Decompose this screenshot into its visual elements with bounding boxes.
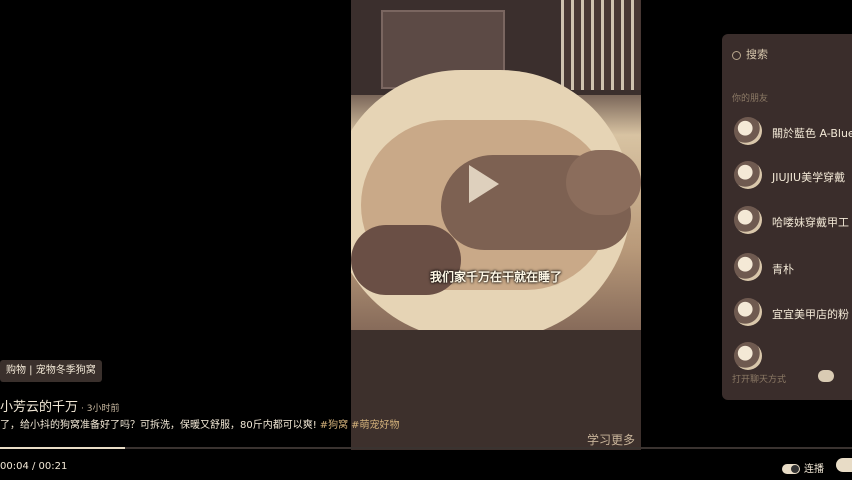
play-icon[interactable] xyxy=(469,165,499,203)
list-item[interactable]: JIUJIU美学穿戴 xyxy=(734,161,852,191)
video-subtitle: 我们家千万在干就在睡了 xyxy=(429,270,562,284)
avatar xyxy=(734,342,762,370)
friends-panel: 搜索 你的朋友 關於藍色 A-Blue JIUJIU美学穿戴 哈喽妹穿戴甲工 青… xyxy=(722,34,852,400)
list-item-name: 哈喽妹穿戴甲工 xyxy=(772,216,849,229)
list-item-name: 青朴 xyxy=(772,263,794,276)
list-item[interactable]: 宜宜美甲店的粉 xyxy=(734,298,852,328)
avatar xyxy=(734,253,762,281)
author-name[interactable]: 小芳云的千万 xyxy=(0,400,78,415)
author-line: 小芳云的千万 · 3小时前 xyxy=(0,396,119,415)
list-item[interactable] xyxy=(734,342,852,372)
video-watermark: 学习更多 xyxy=(586,433,635,447)
avatar xyxy=(734,161,762,189)
progress-track[interactable] xyxy=(0,447,852,449)
continuous-play-toggle[interactable]: 连播 xyxy=(782,460,824,475)
section-title: 你的朋友 xyxy=(732,94,769,104)
video-player[interactable]: 我们家千万在干就在睡了 学习更多 xyxy=(351,0,641,450)
avatar xyxy=(734,117,762,145)
post-time: · 3小时前 xyxy=(81,404,120,414)
hashtag-link[interactable]: #萌宠好物 xyxy=(351,420,399,431)
category-tags[interactable]: 购物 | 宠物冬季狗窝 xyxy=(0,360,102,382)
timecode: 00:04 / 00:21 xyxy=(0,461,68,472)
avatar xyxy=(734,298,762,326)
avatar xyxy=(734,206,762,234)
next-button[interactable] xyxy=(836,458,852,472)
list-item-name: JIUJIU美学穿戴 xyxy=(772,171,846,184)
search-box[interactable]: 搜索 xyxy=(730,46,850,66)
continuous-play-label: 连播 xyxy=(804,464,824,475)
search-label: 搜索 xyxy=(746,48,768,61)
list-item-name: 宜宜美甲店的粉 xyxy=(772,308,849,321)
video-scene-dog-head xyxy=(566,150,641,215)
panel-footer: 打开聊天方式 xyxy=(732,375,787,385)
toggle-switch-icon[interactable] xyxy=(782,464,800,474)
list-item-name: 關於藍色 A-Blue xyxy=(772,127,852,140)
progress-fill xyxy=(0,447,125,449)
description-text: 了，给小抖的狗窝准备好了吗？可拆洗，保暖又舒服，80斤内都可以爽! xyxy=(0,420,317,431)
list-item[interactable]: 關於藍色 A-Blue xyxy=(734,117,852,147)
list-item[interactable]: 青朴 xyxy=(734,253,852,283)
search-icon xyxy=(732,50,741,60)
list-item[interactable]: 哈喽妹穿戴甲工 xyxy=(734,206,852,236)
chat-icon[interactable] xyxy=(818,370,834,382)
video-scene-crate xyxy=(561,0,641,90)
video-description: 了，给小抖的狗窝准备好了吗？可拆洗，保暖又舒服，80斤内都可以爽! #狗窝 #萌宠好… xyxy=(0,416,400,431)
hashtag-link[interactable]: #狗窝 xyxy=(320,420,348,431)
